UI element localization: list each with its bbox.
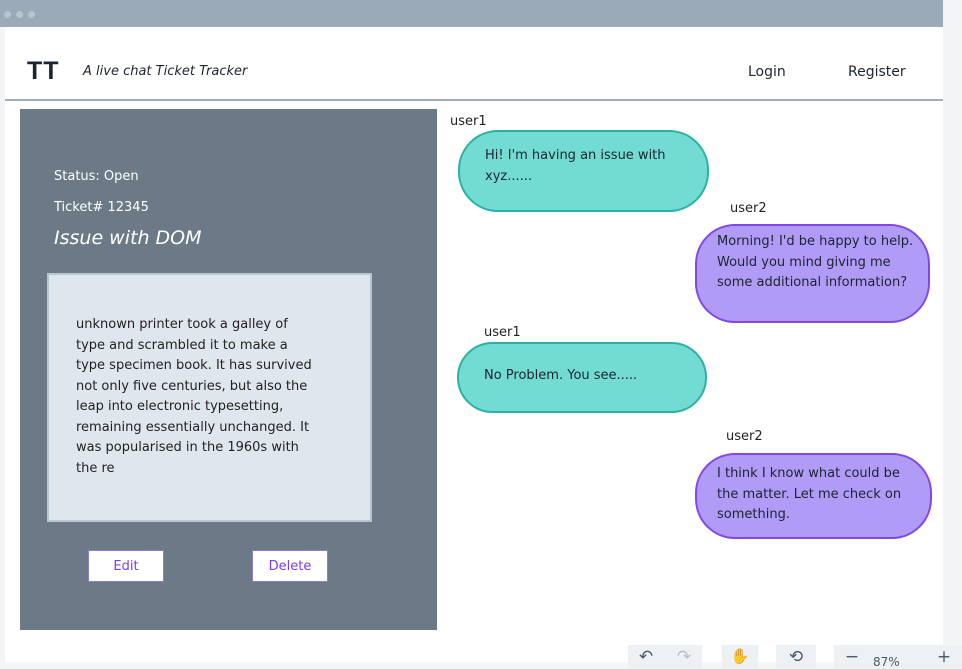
ticket-panel: Status: Open Ticket# 12345 Issue with DO…: [20, 109, 437, 630]
window-maximize-dot[interactable]: [28, 11, 35, 18]
chat-message-bubble: Hi! I'm having an issue with xyz......: [458, 130, 709, 212]
undo-icon[interactable]: ↶: [636, 647, 656, 667]
window-close-dot[interactable]: [4, 11, 11, 18]
message-username: user2: [726, 429, 763, 444]
header-divider: [5, 99, 943, 101]
register-link[interactable]: Register: [848, 64, 906, 80]
ticket-title: Issue with DOM: [54, 227, 202, 249]
chat-message-bubble: No Problem. You see.....: [457, 342, 707, 413]
app-frame: TT A live chat Ticket Tracker Login Regi…: [5, 27, 943, 662]
window-minimize-dot[interactable]: [16, 11, 23, 18]
window-titlebar: [0, 0, 943, 27]
chat-message-text: Hi! I'm having an issue with xyz......: [485, 148, 666, 184]
message-username: user1: [450, 114, 487, 129]
ticket-status: Status: Open: [54, 169, 139, 184]
chat-message-text: No Problem. You see.....: [484, 368, 638, 383]
history-icon[interactable]: ⟲: [786, 647, 806, 667]
chat-message-text: Morning! I'd be happy to help. Would you…: [717, 234, 914, 290]
ticket-description-box: unknown printer took a galley of type an…: [47, 273, 372, 522]
ticket-number: Ticket# 12345: [54, 200, 149, 215]
app-logo: TT: [27, 57, 60, 85]
login-link[interactable]: Login: [748, 64, 786, 80]
message-username: user1: [484, 325, 521, 340]
zoom-level: 87%: [873, 655, 900, 669]
chat-message-bubble: I think I know what could be the matter.…: [695, 453, 932, 539]
message-username: user2: [730, 201, 767, 216]
hand-icon[interactable]: ✋: [729, 646, 751, 666]
app-tagline: A live chat Ticket Tracker: [83, 64, 248, 79]
zoom-out-button[interactable]: −: [843, 647, 861, 667]
redo-icon[interactable]: ↷: [674, 647, 694, 667]
ticket-description: unknown printer took a galley of type an…: [76, 317, 312, 476]
delete-button[interactable]: Delete: [252, 550, 328, 582]
zoom-in-button[interactable]: +: [935, 647, 953, 667]
chat-message-text: I think I know what could be the matter.…: [717, 466, 902, 522]
chat-message-bubble: Morning! I'd be happy to help. Would you…: [695, 224, 930, 323]
scrollbar-track[interactable]: [943, 0, 962, 668]
edit-button[interactable]: Edit: [88, 550, 164, 582]
